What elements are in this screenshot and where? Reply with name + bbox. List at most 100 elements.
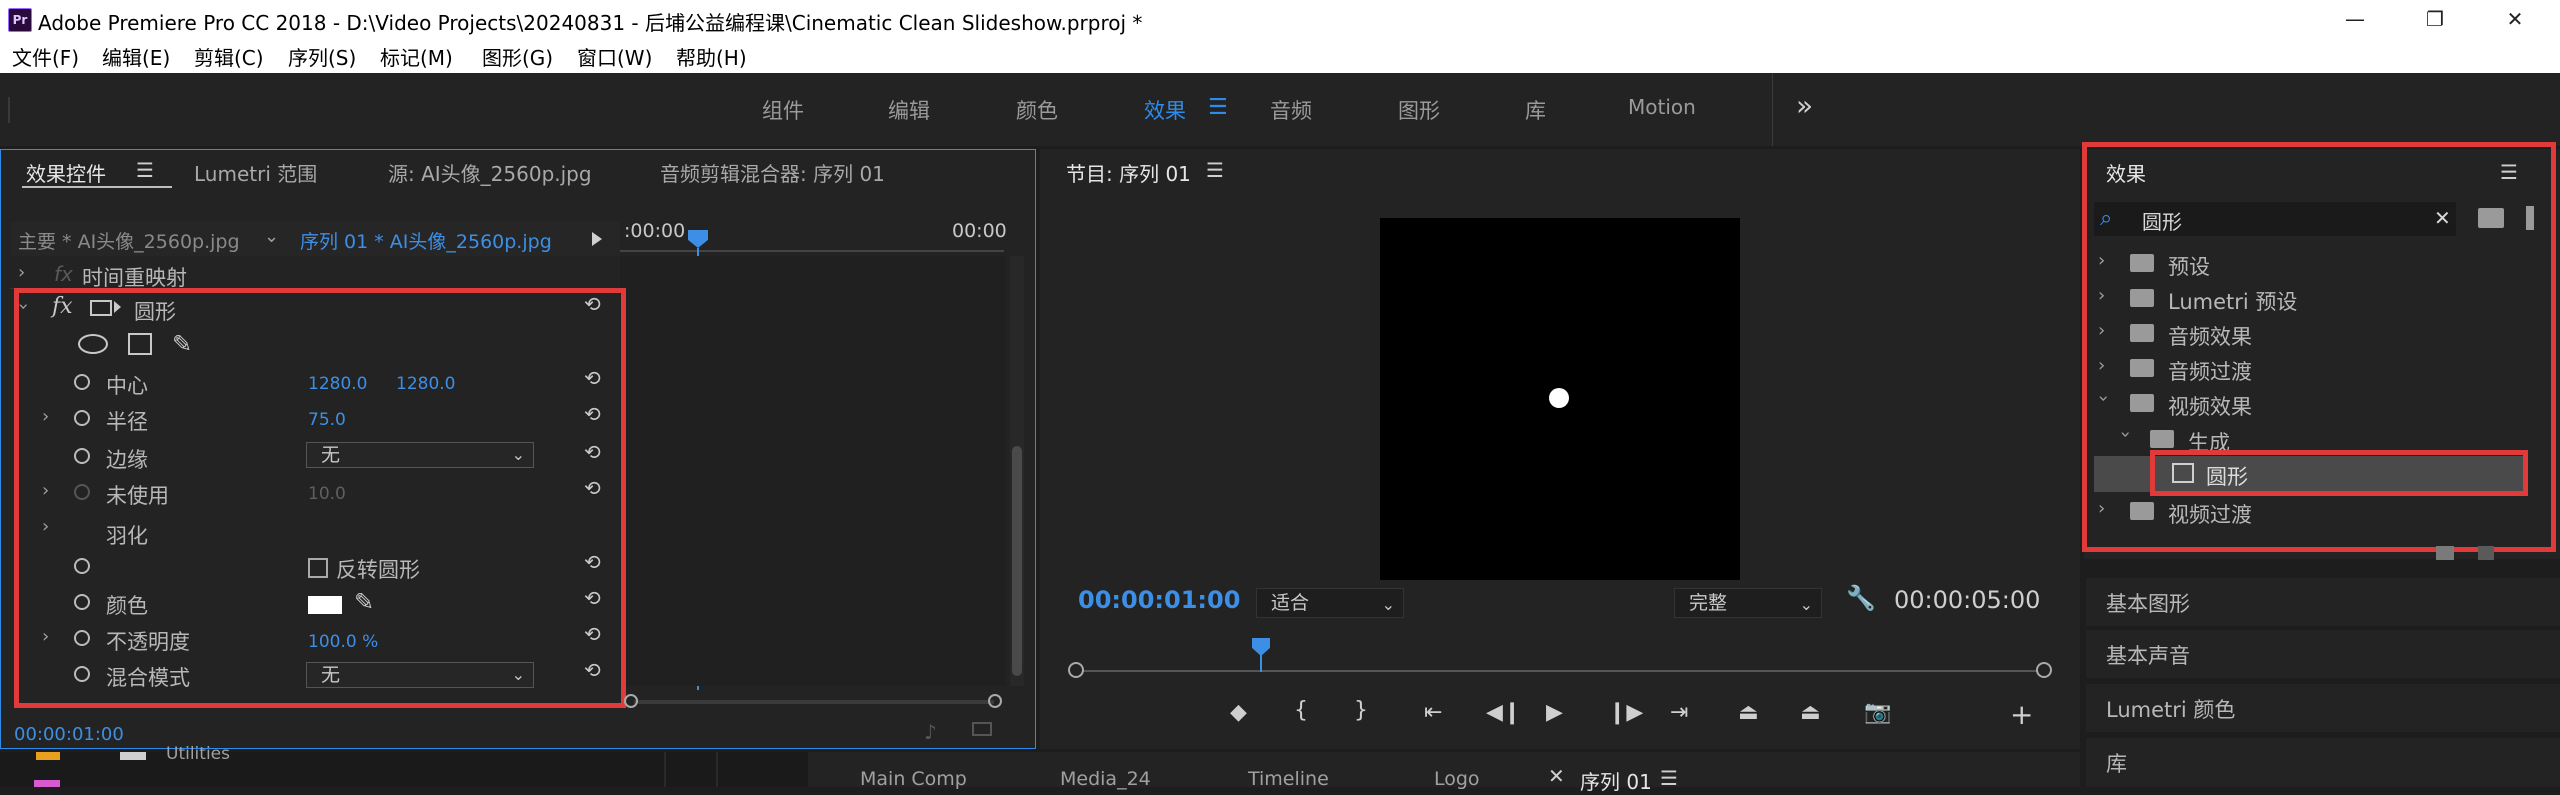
- menu-sequence[interactable]: 序列(S): [288, 42, 356, 71]
- mark-in-icon[interactable]: {: [1294, 698, 1308, 723]
- menu-window[interactable]: 窗口(W): [577, 42, 652, 71]
- go-to-out-icon[interactable]: ⇥: [1670, 700, 1688, 725]
- tree-item-audio-effects[interactable]: 音频效果: [2168, 321, 2252, 351]
- center-x-value[interactable]: 1280.0: [308, 374, 367, 394]
- new-bin-icon[interactable]: [2436, 546, 2454, 560]
- button-editor-plus-icon[interactable]: +: [2010, 698, 2033, 731]
- transform-box-icon[interactable]: [90, 300, 112, 316]
- tree-item-audio-transitions[interactable]: 音频过渡: [2168, 356, 2252, 386]
- color-stopwatch-icon[interactable]: [74, 594, 90, 610]
- edge-stopwatch-icon[interactable]: [74, 448, 90, 464]
- sequence-clip-label[interactable]: 序列 01 * AI头像_2560p.jpg: [300, 227, 552, 254]
- menu-edit[interactable]: 编辑(E): [102, 42, 170, 71]
- tree-item-video-transitions[interactable]: 视频过渡: [2168, 499, 2252, 529]
- scrub-out-handle[interactable]: [2036, 662, 2052, 678]
- eyedropper-icon[interactable]: ✎: [354, 588, 374, 616]
- reset-unused-icon[interactable]: ⟲: [584, 476, 601, 500]
- menu-marker[interactable]: 标记(M): [380, 42, 453, 71]
- workspace-tab-effects[interactable]: 效果: [1144, 95, 1186, 125]
- tree-collapse-video-effects-icon[interactable]: ›: [2093, 395, 2114, 402]
- ellipse-mask-icon[interactable]: [78, 334, 108, 354]
- effects-panel-title[interactable]: 效果: [2106, 158, 2146, 187]
- side-panel-libraries[interactable]: [2086, 738, 2560, 787]
- tree-expand-audio-effects-icon[interactable]: ›: [2098, 320, 2105, 341]
- tab-source[interactable]: 源: AI头像_2560p.jpg: [388, 158, 592, 187]
- reset-radius-icon[interactable]: ⟲: [584, 402, 601, 426]
- program-monitor-menu-icon[interactable]: ☰: [1206, 158, 1224, 182]
- radius-value[interactable]: 75.0: [308, 410, 346, 430]
- tree-item-video-effects[interactable]: 视频效果: [2168, 391, 2252, 421]
- reset-effect-icon[interactable]: ⟲: [584, 292, 601, 316]
- fit-dropdown[interactable]: 适合 ⌄: [1256, 588, 1404, 618]
- project-item-utilities[interactable]: Utilities: [166, 744, 230, 764]
- accelerated-effects-icon[interactable]: [2478, 208, 2504, 228]
- workspace-tab-editing[interactable]: 编辑: [888, 95, 930, 125]
- zoom-handle-right[interactable]: [988, 694, 1002, 708]
- workspace-tab-motion[interactable]: Motion: [1628, 95, 1696, 119]
- workspace-tab-audio[interactable]: 音频: [1270, 95, 1312, 125]
- quality-dropdown[interactable]: 完整 ⌄: [1674, 588, 1822, 618]
- timeline-tab-sequence-01[interactable]: 序列 01: [1580, 766, 1652, 795]
- effect-controls-timecode[interactable]: 00:00:01:00: [14, 724, 124, 745]
- tab-lumetri-scopes[interactable]: Lumetri 范围: [194, 158, 317, 187]
- clear-search-icon[interactable]: ✕: [2434, 206, 2451, 230]
- tree-expand-audio-transitions-icon[interactable]: ›: [2098, 355, 2105, 376]
- scrub-bar[interactable]: [1072, 670, 2048, 672]
- tree-expand-video-transitions-icon[interactable]: ›: [2098, 498, 2105, 519]
- tab-effect-controls[interactable]: 效果控件: [26, 158, 106, 187]
- fx-toggle-icon[interactable]: fx: [52, 294, 73, 319]
- step-forward-icon[interactable]: ❙▶: [1608, 700, 1643, 725]
- tree-expand-lumetri-presets-icon[interactable]: ›: [2098, 285, 2105, 306]
- rectangle-mask-icon[interactable]: [128, 333, 152, 355]
- side-panel-essential-sound-label[interactable]: 基本声音: [2106, 640, 2190, 670]
- workspace-tab-libraries[interactable]: 库: [1525, 95, 1546, 125]
- tree-item-circle[interactable]: 圆形: [2206, 461, 2248, 491]
- restore-button[interactable]: ❐: [2400, 2, 2470, 36]
- minimize-button[interactable]: —: [2320, 2, 2390, 36]
- program-monitor-title[interactable]: 节目: 序列 01: [1066, 158, 1191, 187]
- side-panel-lumetri-color-label[interactable]: Lumetri 颜色: [2106, 694, 2235, 724]
- effect-controls-menu-icon[interactable]: ☰: [136, 158, 154, 182]
- close-button[interactable]: ✕: [2480, 2, 2550, 36]
- program-video-frame[interactable]: [1380, 218, 1740, 580]
- blend-mode-dropdown[interactable]: 无 ⌄: [306, 662, 534, 688]
- go-to-in-icon[interactable]: ⇤: [1424, 700, 1442, 725]
- feather-expand-icon[interactable]: ›: [42, 516, 49, 537]
- menu-file[interactable]: 文件(F): [12, 42, 79, 71]
- opacity-expand-icon[interactable]: ›: [42, 626, 49, 647]
- step-back-icon[interactable]: ◀❙: [1486, 700, 1521, 725]
- side-panel-essential-graphics-label[interactable]: 基本图形: [2106, 588, 2190, 618]
- close-tab-icon[interactable]: ✕: [1548, 764, 1565, 788]
- tree-collapse-generate-icon[interactable]: ›: [2115, 431, 2136, 438]
- radius-stopwatch-icon[interactable]: [74, 410, 90, 426]
- extract-icon[interactable]: ⏏: [1800, 700, 1821, 725]
- center-y-value[interactable]: 1280.0: [396, 374, 455, 394]
- yuv-effects-icon[interactable]: [2526, 206, 2534, 230]
- invert-stopwatch-icon[interactable]: [74, 558, 90, 574]
- workspace-tab-color[interactable]: 颜色: [1016, 95, 1058, 125]
- play-icon[interactable]: ▶: [1546, 700, 1563, 725]
- center-stopwatch-icon[interactable]: [74, 374, 90, 390]
- program-current-time[interactable]: 00:00:01:00: [1078, 586, 1240, 614]
- effects-search-input[interactable]: 圆形: [2142, 206, 2182, 235]
- timeline-menu-icon[interactable]: ☰: [1660, 766, 1678, 790]
- mark-out-icon[interactable]: }: [1354, 698, 1368, 723]
- export-icon[interactable]: [972, 722, 992, 736]
- edge-dropdown[interactable]: 无 ⌄: [306, 442, 534, 468]
- add-marker-icon[interactable]: ◆: [1230, 700, 1247, 725]
- tab-audio-clip-mixer[interactable]: 音频剪辑混合器: 序列 01: [660, 158, 885, 187]
- invert-circle-checkbox[interactable]: [308, 558, 328, 578]
- workspace-menu-icon[interactable]: ☰: [1208, 95, 1228, 120]
- unused-expand-icon[interactable]: ›: [42, 480, 49, 501]
- menu-graphics[interactable]: 图形(G): [482, 42, 553, 71]
- tree-expand-presets-icon[interactable]: ›: [2098, 250, 2105, 271]
- color-swatch[interactable]: [308, 596, 342, 614]
- blend-stopwatch-icon[interactable]: [74, 666, 90, 682]
- reset-blend-mode-icon[interactable]: ⟲: [584, 658, 601, 682]
- lift-icon[interactable]: ⏏: [1738, 700, 1759, 725]
- menu-clip[interactable]: 剪辑(C): [194, 42, 264, 71]
- reset-edge-icon[interactable]: ⟲: [584, 440, 601, 464]
- side-panel-libraries-label[interactable]: 库: [2106, 748, 2127, 778]
- tree-item-generate[interactable]: 生成: [2188, 427, 2230, 457]
- master-clip-label[interactable]: 主要 * AI头像_2560p.jpg: [18, 227, 240, 254]
